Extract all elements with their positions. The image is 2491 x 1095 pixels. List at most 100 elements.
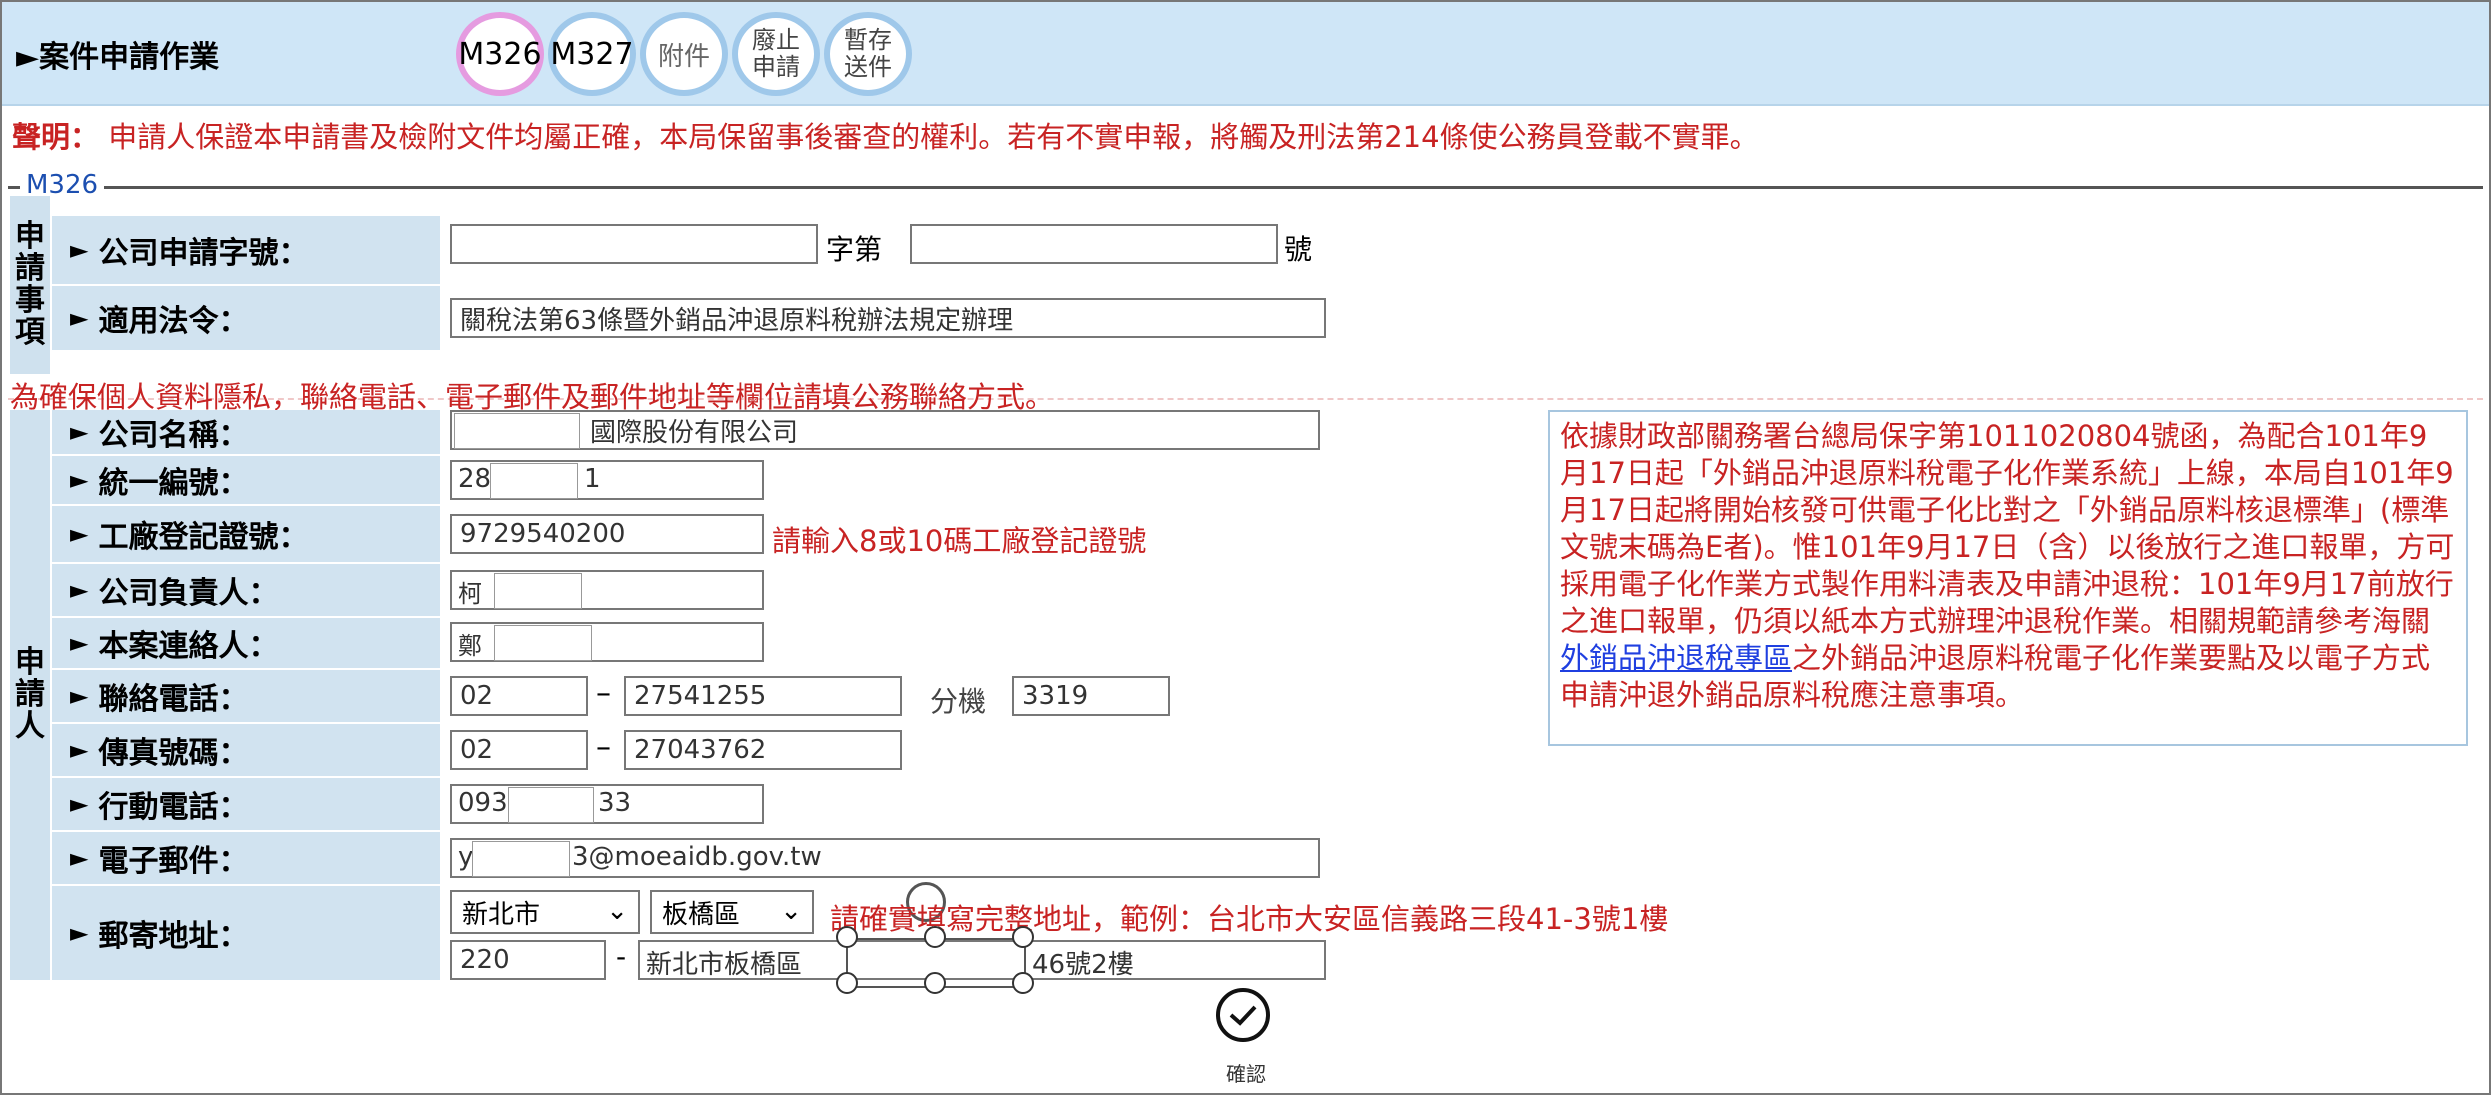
redaction-box: [490, 463, 578, 499]
district-select[interactable]: 板橋區 ⌄: [650, 890, 814, 934]
vlabel-char: 請: [15, 677, 45, 712]
tab-attachment[interactable]: 附件: [640, 12, 728, 96]
city-select[interactable]: 新北市 ⌄: [450, 890, 640, 934]
side-note-text: 依據財政部關務署台總局保字第1011020804號函，為配合101年9月17日起…: [1560, 419, 2455, 638]
tab-save-label-1: 暫存: [844, 26, 892, 54]
fax-area-input[interactable]: [450, 730, 588, 770]
chevron-down-icon: ⌄: [780, 896, 802, 926]
check-icon: [1229, 1005, 1257, 1026]
tab-save-label-2: 送件: [844, 53, 892, 81]
contact-value: 鄭: [458, 632, 482, 660]
phone-dash: –: [596, 676, 611, 711]
label-text: 郵寄地址：: [98, 919, 249, 954]
company-app-number-input[interactable]: [910, 224, 1278, 264]
tab-m326-label: M326: [458, 36, 542, 72]
label-address: ► 郵寄地址：: [52, 886, 440, 980]
label-factory-reg: ► 工廠登記證號：: [52, 506, 440, 562]
mobile-value-start: 093: [458, 788, 508, 818]
text-zi-di: 字第: [826, 233, 883, 266]
confirm-button[interactable]: [1216, 988, 1270, 1042]
label-company-app-no: ► 公司申請字號：: [52, 216, 440, 284]
zip-dash: -: [616, 940, 627, 973]
factory-reg-input[interactable]: [450, 514, 764, 554]
company-app-prefix-input[interactable]: [450, 224, 818, 264]
phone-ext-label: 分機: [930, 685, 987, 718]
resize-handle[interactable]: [924, 972, 946, 994]
phone-number-input[interactable]: [624, 676, 902, 716]
vlabel-char: 人: [15, 709, 45, 744]
company-name-value: 國際股份有限公司: [590, 418, 799, 448]
label-text: 統一編號：: [98, 466, 249, 501]
redaction-box: [494, 573, 582, 609]
tab-cancel-application[interactable]: 廢止 申請: [732, 12, 820, 96]
tab-m326[interactable]: M326: [456, 12, 544, 96]
resize-handle[interactable]: [836, 926, 858, 948]
label-text: 工廠登記證號：: [98, 520, 309, 555]
label-law: ► 適用法令：: [52, 286, 440, 350]
tab-m327[interactable]: M327: [548, 12, 636, 96]
vlabel-char: 事: [15, 283, 45, 318]
label-text: 公司申請字號：: [98, 236, 309, 271]
section-application-matters-label: 申 請 事 項: [10, 196, 50, 374]
zip-input[interactable]: [450, 940, 606, 980]
tab-cancel-label-1: 廢止: [752, 26, 800, 54]
redaction-box: [508, 787, 594, 823]
label-contact: ► 本案連絡人：: [52, 618, 440, 668]
label-email: ► 電子郵件：: [52, 832, 440, 884]
vlabel-char: 申: [15, 219, 45, 254]
resize-handle[interactable]: [836, 972, 858, 994]
representative-value: 柯: [458, 580, 482, 608]
label-mobile: ► 行動電話：: [52, 778, 440, 830]
side-note: 依據財政部關務署台總局保字第1011020804號函，為配合101年9月17日起…: [1548, 410, 2468, 746]
redaction-box: [454, 413, 580, 449]
vlabel-char: 申: [15, 645, 45, 680]
label-text: 適用法令：: [98, 304, 249, 339]
label-representative: ► 公司負責人：: [52, 564, 440, 616]
tab-m327-label: M327: [550, 36, 634, 72]
address-hint: 請確實填寫完整地址，範例：台北市大安區信義路三段41-3號1樓: [830, 902, 1669, 936]
fieldset-border: [8, 186, 2483, 189]
tax-id-value-start: 28: [458, 464, 492, 494]
declaration-text: 申請人保證本申請書及檢附文件均屬正確，本局保留事後審查的權利。若有不實申報，將觸…: [99, 120, 1759, 154]
text-hao: 號: [1284, 233, 1313, 266]
factory-reg-hint: 請輸入8或10碼工廠登記證號: [772, 524, 1147, 558]
fax-dash: –: [596, 730, 611, 765]
tax-id-value-end: 1: [584, 464, 601, 494]
resize-handle[interactable]: [924, 926, 946, 948]
declaration: 聲明： 申請人保證本申請書及檢附文件均屬正確，本局保留事後審查的權利。若有不實申…: [12, 114, 1759, 156]
law-input[interactable]: [450, 298, 1326, 338]
street-value-end: 46號2樓: [1032, 950, 1134, 980]
phone-ext-input[interactable]: [1012, 676, 1170, 716]
label-company-name: ► 公司名稱：: [52, 410, 440, 454]
resize-handle[interactable]: [1012, 972, 1034, 994]
vlabel-char: 請: [15, 251, 45, 286]
resize-handle[interactable]: [1012, 926, 1034, 948]
chevron-down-icon: ⌄: [606, 896, 628, 926]
company-name-input[interactable]: [450, 410, 1320, 450]
label-text: 聯絡電話：: [98, 682, 249, 717]
page-title: ►案件申請作業: [16, 40, 220, 75]
label-fax: ► 傳真號碼：: [52, 724, 440, 776]
fax-number-input[interactable]: [624, 730, 902, 770]
vlabel-char: 項: [15, 315, 45, 350]
label-text: 公司名稱：: [98, 418, 249, 453]
redaction-box: [472, 841, 570, 877]
refund-zone-link[interactable]: 外銷品沖退稅專區: [1560, 641, 1792, 675]
label-text: 電子郵件：: [98, 844, 249, 879]
label-text: 本案連絡人：: [98, 629, 279, 664]
street-value-start: 新北市板橋區: [646, 950, 803, 980]
header-bar: ►案件申請作業 M326 M327 附件 廢止 申請 暫存 送件: [2, 2, 2489, 106]
tab-save-draft[interactable]: 暫存 送件: [824, 12, 912, 96]
tab-cancel-label-2: 申請: [752, 53, 800, 81]
confirm-label: 確認: [1226, 1062, 1266, 1086]
district-select-value: 板橋區: [662, 899, 741, 930]
label-tax-id: ► 統一編號：: [52, 456, 440, 504]
declaration-prefix: 聲明：: [12, 120, 100, 154]
tab-attachment-label: 附件: [657, 41, 710, 72]
label-phone: ► 聯絡電話：: [52, 670, 440, 722]
city-select-value: 新北市: [462, 899, 541, 930]
section-applicant-label: 申 請 人: [10, 410, 50, 980]
phone-area-input[interactable]: [450, 676, 588, 716]
email-value-end: 3@moeaidb.gov.tw: [572, 842, 822, 872]
redaction-box: [494, 625, 592, 661]
